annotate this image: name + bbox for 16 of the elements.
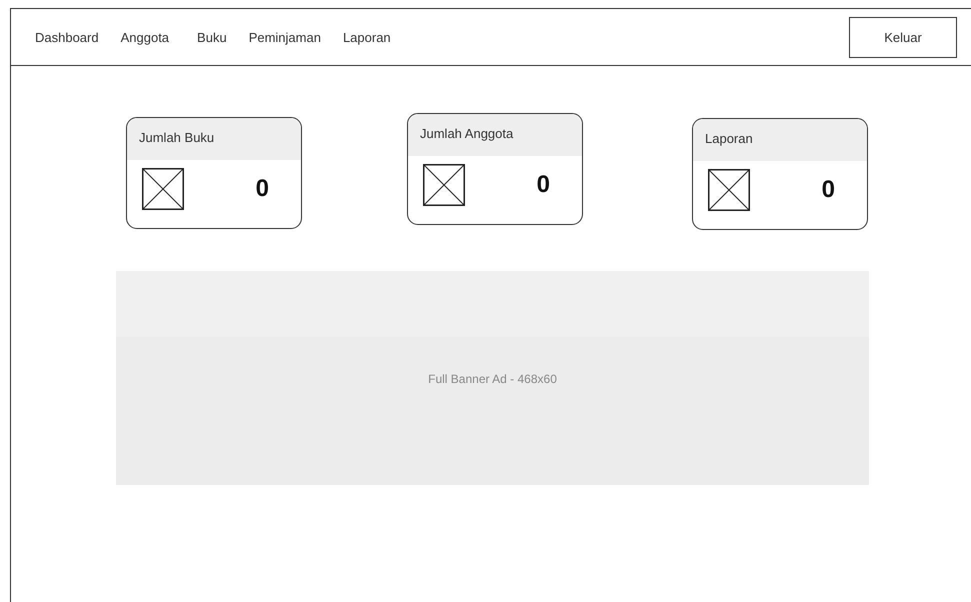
nav-link[interactable]: Peminjaman <box>248 30 321 44</box>
banner-label: Full Banner Ad - 468x60 <box>428 371 557 386</box>
image-placeholder-icon <box>423 164 465 206</box>
card-value: 0 <box>536 171 550 199</box>
logout-button[interactable]: Keluar <box>849 16 957 58</box>
card-title: Jumlah Buku <box>139 130 214 145</box>
image-placeholder-icon <box>142 168 184 210</box>
card-value: 0 <box>256 175 269 203</box>
card-title: Laporan <box>705 131 753 146</box>
nav-link[interactable]: Dashboard <box>35 30 99 44</box>
nav-link[interactable]: Buku <box>197 30 227 44</box>
card-value: 0 <box>822 176 835 204</box>
image-placeholder-icon <box>708 169 750 211</box>
nav-link[interactable]: Laporan <box>342 30 391 44</box>
nav-link[interactable]: Anggota <box>120 30 170 44</box>
card-title: Jumlah Anggota <box>420 126 514 141</box>
